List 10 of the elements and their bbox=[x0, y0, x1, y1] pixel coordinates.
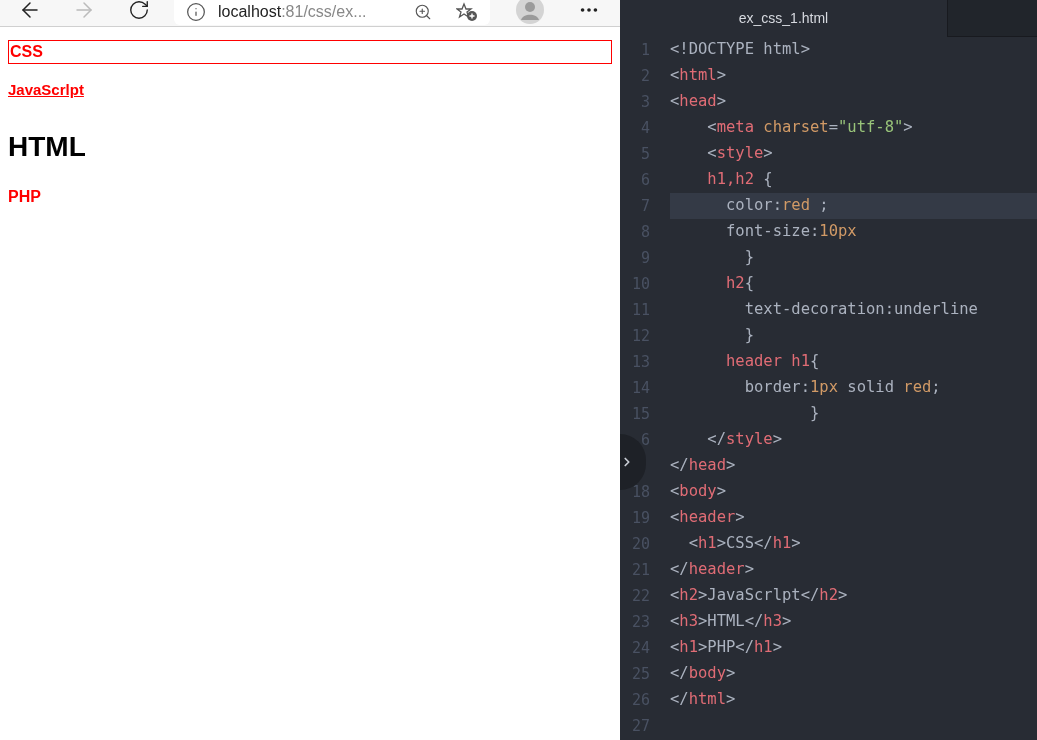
reload-icon[interactable] bbox=[128, 0, 150, 21]
underlined-heading: JavaScrlpt bbox=[8, 81, 84, 98]
info-icon bbox=[186, 2, 206, 22]
heading: PHP bbox=[8, 188, 41, 205]
header-heading: CSS bbox=[8, 40, 612, 64]
address-bar[interactable]: localhost:81/css/ex... bbox=[174, 0, 490, 25]
star-add-icon[interactable] bbox=[456, 2, 478, 22]
avatar-icon[interactable] bbox=[516, 0, 544, 24]
heading: HTML bbox=[8, 131, 86, 162]
zoom-icon[interactable] bbox=[414, 3, 432, 21]
